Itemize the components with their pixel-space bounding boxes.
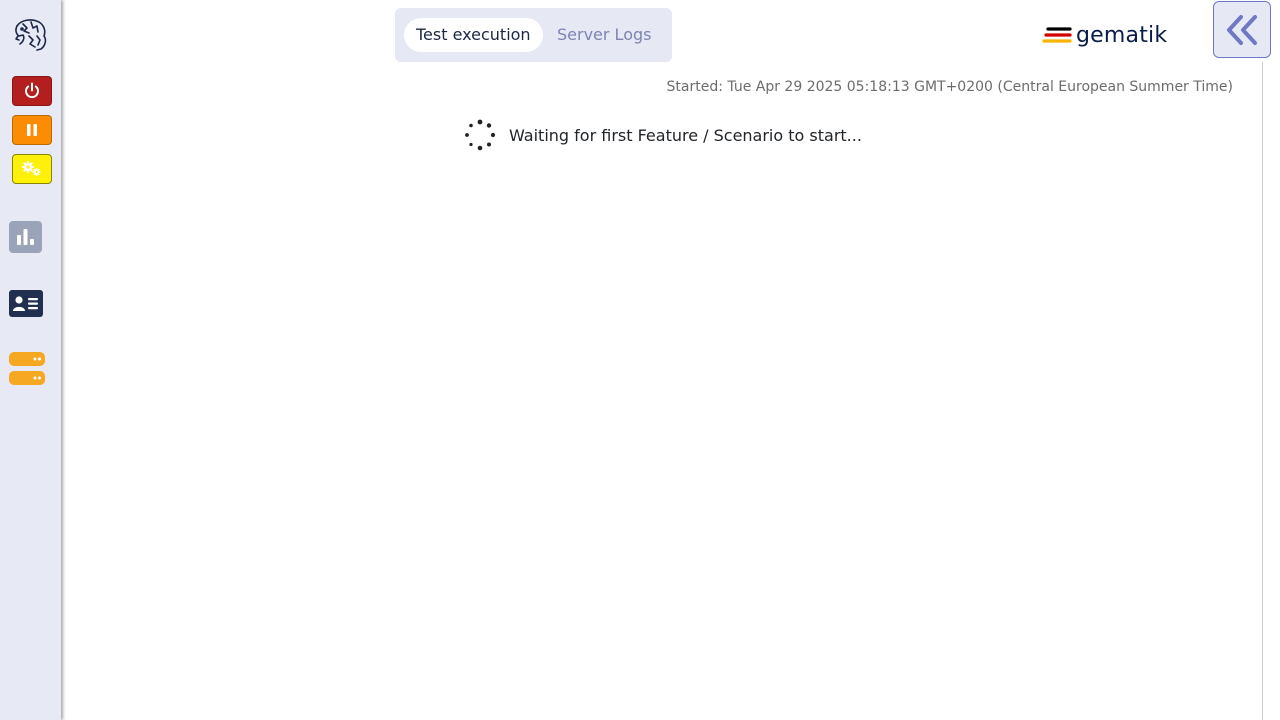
view-tabs: Test execution Server Logs [395,8,672,62]
sidebar [0,0,61,720]
gears-icon [22,161,41,176]
settings-button[interactable] [12,154,52,184]
servers-nav[interactable] [9,352,45,385]
content-border [1262,62,1263,720]
quit-button[interactable] [12,76,52,106]
double-chevron-left-icon [1227,14,1257,45]
brand-name: gematik [1076,22,1168,48]
started-timestamp: Started: Tue Apr 29 2025 05:18:13 GMT+02… [666,79,1233,95]
lion-logo-icon [11,16,49,54]
waiting-status: Waiting for first Feature / Scenario to … [463,118,862,152]
gematik-logo: gematik [1042,20,1167,50]
gematik-stripes-icon [1042,27,1072,43]
id-card-icon [9,290,43,317]
pause-button[interactable] [12,115,52,145]
collapse-panel-button[interactable] [1213,1,1271,58]
power-icon [25,82,39,99]
bar-chart-icon [9,221,42,253]
server-icon [9,352,45,385]
statistics-nav[interactable] [9,221,42,253]
waiting-message: Waiting for first Feature / Scenario to … [509,125,862,145]
tab-server-logs[interactable]: Server Logs [545,18,663,52]
tab-test-execution[interactable]: Test execution [404,18,543,52]
contact-nav[interactable] [9,290,43,317]
loading-spinner-icon [465,119,496,151]
pause-icon [27,124,37,136]
